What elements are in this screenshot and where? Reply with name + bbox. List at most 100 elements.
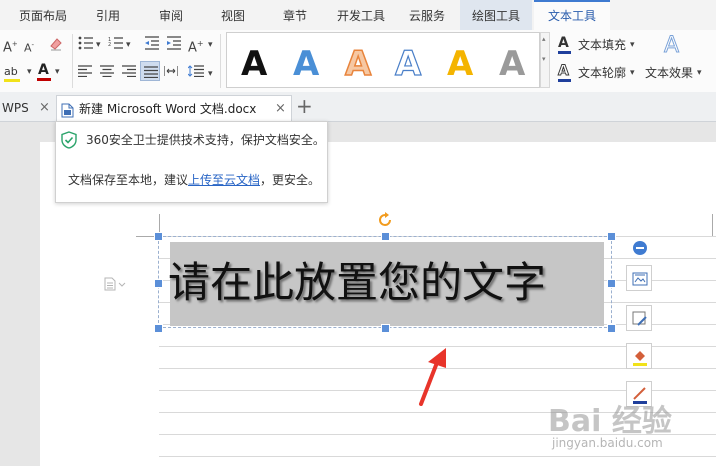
font-color-dropdown-icon[interactable]: ▾ <box>55 64 60 80</box>
svg-text:2: 2 <box>108 42 111 48</box>
highlight-dropdown-icon[interactable]: ▾ <box>27 64 32 80</box>
increase-indent-icon[interactable] <box>166 36 182 54</box>
ribbon: A+ A- ab ▾ A ▾ ▾ 12 ▾ A+ ▾ ▾ A A A A A A… <box>0 30 716 93</box>
text-outline-dropdown-icon[interactable]: ▾ <box>630 65 635 81</box>
style-gold[interactable]: A <box>447 44 474 84</box>
close-icon[interactable]: × <box>39 95 50 121</box>
numbering-dropdown-icon[interactable]: ▾ <box>126 37 131 53</box>
textbox-text[interactable]: 请在此放置您的文字 <box>168 248 608 318</box>
text-fill-dropdown-icon[interactable]: ▾ <box>630 37 635 53</box>
font-color-icon[interactable]: A <box>38 62 49 78</box>
tab-view[interactable]: 视图 <box>206 0 260 30</box>
tab-review[interactable]: 审阅 <box>144 0 198 30</box>
gallery-scroll-button[interactable]: ▴ ▾ <box>540 32 550 88</box>
resize-handle-bottom-right[interactable] <box>607 324 616 333</box>
text-effect-dropdown-icon[interactable]: ▾ <box>697 65 702 81</box>
highlight-icon[interactable]: ab <box>4 64 20 82</box>
active-document-title: 新建 Microsoft Word 文档.docx <box>79 102 257 116</box>
style-blue[interactable]: A <box>293 44 320 84</box>
tab-active-document[interactable]: 新建 Microsoft Word 文档.docx × <box>56 95 292 122</box>
security-popup: 360安全卫士提供技术支持，保护文档安全。 文档保存至本地，建议上传至云文档，更… <box>55 121 328 203</box>
align-left-icon[interactable] <box>78 65 92 81</box>
distribute-icon[interactable] <box>163 65 179 81</box>
layout-options-button[interactable] <box>626 265 652 291</box>
save-advice-prefix: 文档保存至本地，建议 <box>68 173 189 187</box>
tab-wps-label: WPS <box>2 101 29 115</box>
resize-handle-bottom[interactable] <box>381 324 390 333</box>
margin-mark <box>712 214 713 236</box>
resize-handle-top[interactable] <box>381 232 390 241</box>
annotation-arrow <box>419 348 446 406</box>
text-style-gallery: A A A A A A <box>226 32 540 88</box>
upload-cloud-link[interactable]: 上传至云文档 <box>188 173 260 187</box>
text-wrap-icon <box>632 272 648 286</box>
paragraph-layout-icon[interactable] <box>104 276 126 295</box>
style-black[interactable]: A <box>241 44 268 84</box>
bullet-list-icon[interactable] <box>78 36 94 54</box>
justify-button[interactable] <box>140 61 160 81</box>
grow-font-icon[interactable]: A+ <box>3 36 18 56</box>
text-fill-label[interactable]: 文本填充 <box>578 37 626 53</box>
align-right-icon[interactable] <box>122 65 136 81</box>
numbered-list-icon[interactable]: 12 <box>108 36 124 54</box>
clear-format-icon[interactable] <box>48 36 64 56</box>
shape-fill-button[interactable] <box>626 343 652 369</box>
char-scale-dropdown-icon[interactable]: ▾ <box>208 37 213 53</box>
new-tab-button[interactable]: + <box>296 93 313 119</box>
edit-shape-icon <box>632 311 647 326</box>
tab-text-tools[interactable]: 文本工具 <box>534 0 610 30</box>
resize-handle-right[interactable] <box>607 279 616 288</box>
resize-handle-bottom-left[interactable] <box>154 324 163 333</box>
tab-page-layout[interactable]: 页面布局 <box>10 0 76 30</box>
decrease-indent-icon[interactable] <box>144 36 160 54</box>
save-advice: 文档保存至本地，建议上传至云文档，更安全。 <box>68 172 320 188</box>
shield-icon <box>61 131 77 149</box>
text-style-gallery-graphic: A A A A A A <box>241 43 526 85</box>
bullet-dropdown-icon[interactable]: ▾ <box>96 37 101 53</box>
line-spacing-dropdown-icon[interactable]: ▾ <box>208 66 213 82</box>
watermark-url: jingyan.baidu.com <box>552 436 663 450</box>
tab-cloud-service[interactable]: 云服务 <box>400 0 454 30</box>
tab-drawing-tools[interactable]: 绘图工具 <box>460 0 532 30</box>
text-fill-icon[interactable]: A <box>558 35 569 51</box>
style-white-outline[interactable]: A <box>394 43 422 84</box>
text-fill-swatch <box>558 51 571 54</box>
chevron-down-icon: ▾ <box>542 55 546 63</box>
resize-handle-left[interactable] <box>154 279 163 288</box>
tab-references[interactable]: 引用 <box>82 0 134 30</box>
tab-wps[interactable]: WPS × <box>2 95 54 122</box>
text-effect-icon[interactable]: A <box>663 33 679 58</box>
watermark-logo: Bai 经验 <box>548 404 672 439</box>
fill-bucket-icon <box>633 351 647 366</box>
minus-circle-icon <box>633 241 647 255</box>
shrink-font-icon[interactable]: A- <box>24 37 34 57</box>
ruled-line <box>159 456 716 457</box>
tab-developer[interactable]: 开发工具 <box>330 0 392 30</box>
style-orange-outline[interactable]: A <box>344 43 373 85</box>
shape-edit-button[interactable] <box>626 305 652 331</box>
rotate-handle-icon[interactable] <box>377 212 393 232</box>
char-scale-icon[interactable]: A+ <box>188 36 204 56</box>
text-outline-label[interactable]: 文本轮廓 <box>578 65 626 81</box>
chevron-up-icon: ▴ <box>542 35 546 43</box>
text-outline-swatch <box>558 79 571 82</box>
style-gray[interactable]: A <box>499 44 526 84</box>
font-color-swatch <box>37 78 51 81</box>
text-outline-icon[interactable]: A <box>558 63 570 80</box>
menu-tab-bar: 页面布局 引用 审阅 视图 章节 开发工具 云服务 绘图工具 文本工具 <box>0 0 716 30</box>
ribbon-separator <box>220 34 221 88</box>
highlight-color-swatch <box>4 79 20 82</box>
resize-handle-top-right[interactable] <box>607 232 616 241</box>
line-spacing-icon[interactable] <box>187 65 204 81</box>
resize-handle-top-left[interactable] <box>154 232 163 241</box>
text-effect-label[interactable]: 文本效果 <box>645 65 693 81</box>
ribbon-separator <box>72 34 73 88</box>
collapse-toolbar-button[interactable] <box>632 240 648 260</box>
tab-section[interactable]: 章节 <box>270 0 320 30</box>
save-advice-suffix: ，更安全。 <box>260 173 321 187</box>
security-message: 360安全卫士提供技术支持，保护文档安全。 <box>86 133 325 147</box>
align-center-icon[interactable] <box>100 65 114 81</box>
document-tab-bar: WPS × 新建 Microsoft Word 文档.docx × + <box>0 92 716 122</box>
close-icon[interactable]: × <box>275 96 286 122</box>
justify-icon <box>144 66 158 78</box>
